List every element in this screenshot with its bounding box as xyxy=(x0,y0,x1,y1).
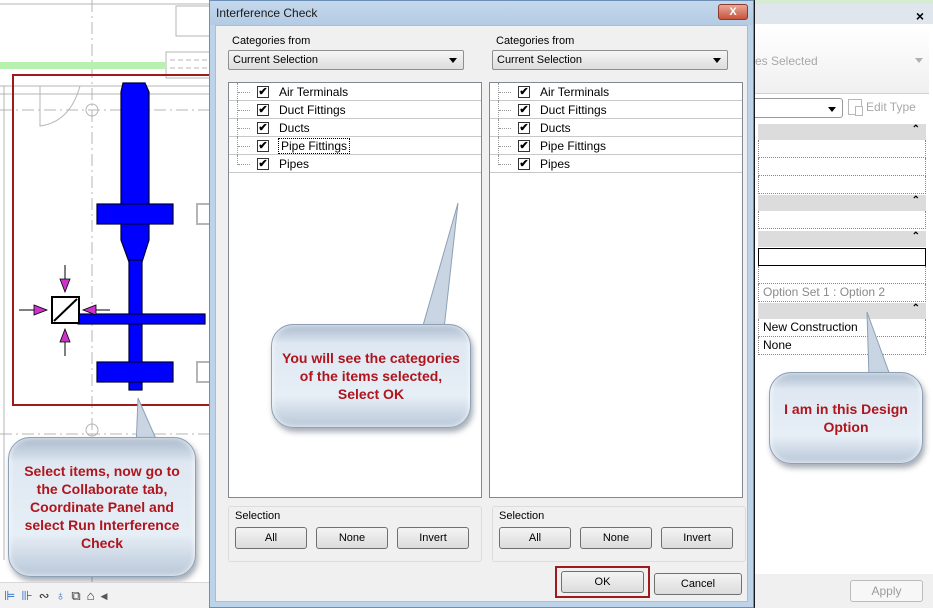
list-item[interactable]: ✔ Pipe Fittings xyxy=(229,137,481,155)
categories-from-select-left[interactable]: Current Selection xyxy=(228,50,464,70)
property-row[interactable] xyxy=(758,266,926,284)
crop-view-icon[interactable]: ⧉ xyxy=(71,588,80,603)
list-item[interactable]: ✔ Pipes xyxy=(490,155,742,173)
properties-panel: × es Selected Edit Type ⌃ ⌃ ⌃ Option Set… xyxy=(754,0,933,608)
category-header[interactable]: ⌃ xyxy=(758,195,926,211)
dialog-title: Interference Check xyxy=(216,6,318,20)
checkbox[interactable]: ✔ xyxy=(257,157,269,170)
chevron-down-icon xyxy=(828,107,836,112)
selection-label: Selection xyxy=(235,510,281,522)
pipe-horizontal[interactable] xyxy=(77,313,206,325)
checkbox[interactable]: ✔ xyxy=(257,139,269,152)
air-terminal-top[interactable] xyxy=(96,203,174,225)
checkbox[interactable]: ✔ xyxy=(257,85,269,98)
close-icon[interactable]: × xyxy=(916,8,924,24)
move-grip[interactable] xyxy=(19,265,110,356)
categories-from-label: Categories from xyxy=(496,35,575,47)
callout-props-note: I am in this Design Option xyxy=(769,372,923,464)
select-all-button-right[interactable]: All xyxy=(499,527,571,549)
checkbox[interactable]: ✔ xyxy=(518,157,530,170)
apply-bar: Apply xyxy=(755,574,933,608)
collapse-icon[interactable]: ⌃ xyxy=(912,195,920,206)
interference-check-dialog: Interference Check X Categories from Cur… xyxy=(209,0,754,608)
categories-from-select-right[interactable]: Current Selection xyxy=(492,50,728,70)
list-item[interactable]: ✔ Air Terminals xyxy=(490,83,742,101)
callout-canvas-note: Select items, now go to the Collaborate … xyxy=(8,437,196,577)
type-selector-text: es Selected xyxy=(755,54,818,68)
right-pane: Categories from Current Selection xyxy=(492,34,746,70)
checkbox[interactable]: ✔ xyxy=(518,103,530,116)
callout-tail xyxy=(421,202,459,330)
property-row[interactable] xyxy=(758,211,926,229)
selection-group-left: Selection All None Invert xyxy=(228,506,482,562)
list-item[interactable]: ✔ Ducts xyxy=(490,119,742,137)
selection-group-right: Selection All None Invert xyxy=(492,506,746,562)
checkbox[interactable]: ✔ xyxy=(518,139,530,152)
select-none-button-right[interactable]: None xyxy=(580,527,652,549)
edit-type-icon xyxy=(848,99,863,116)
drawing-canvas[interactable]: Select items, now go to the Collaborate … xyxy=(0,0,210,608)
category-list-right[interactable]: ✔ Air Terminals ✔ Duct Fittings ✔ Ducts ✔ Pi… xyxy=(489,82,743,498)
chevron-down-icon xyxy=(713,58,721,63)
property-row[interactable] xyxy=(758,158,926,176)
selection-label: Selection xyxy=(499,510,545,522)
green-wall xyxy=(0,62,165,69)
categories-from-label: Categories from xyxy=(232,35,311,47)
list-item[interactable]: ✔ Ducts xyxy=(229,119,481,137)
view-control-bar: ⊫ ⊪ ∾ ♁ ⧉ ⌂ ◀ xyxy=(0,582,210,608)
selection-highlight-frame xyxy=(12,74,210,406)
duct-system[interactable] xyxy=(77,82,206,391)
worksets-icon[interactable]: ⌂ xyxy=(87,588,95,603)
category-header[interactable]: ⌃ xyxy=(758,303,926,319)
edit-type-button[interactable]: Edit Type xyxy=(848,99,916,116)
bulb-icon[interactable]: ♁ xyxy=(56,588,66,603)
properties-header: × xyxy=(755,4,933,24)
checkbox[interactable]: ✔ xyxy=(518,121,530,134)
list-item[interactable]: ✔ Pipes xyxy=(229,155,481,173)
invert-button-left[interactable]: Invert xyxy=(397,527,469,549)
type-selector[interactable]: es Selected xyxy=(755,26,929,94)
thin-lines-icon[interactable]: ⊫ xyxy=(4,588,15,603)
instance-filter-select[interactable] xyxy=(755,98,843,118)
collapse-icon[interactable]: ⌃ xyxy=(912,231,920,242)
checkbox[interactable]: ✔ xyxy=(257,121,269,134)
phase-demolished-row[interactable]: None xyxy=(758,337,926,355)
list-item[interactable]: ✔ Duct Fittings xyxy=(229,101,481,119)
air-terminal-bottom[interactable] xyxy=(96,361,174,383)
checkbox[interactable]: ✔ xyxy=(257,103,269,116)
apply-button[interactable]: Apply xyxy=(850,580,923,602)
left-pane: Categories from Current Selection xyxy=(228,34,482,70)
property-row[interactable] xyxy=(758,176,926,194)
callout-dialog-note: You will see the categories of the items… xyxy=(271,324,471,428)
duct-riser[interactable] xyxy=(120,82,150,263)
reveal-hidden-icon[interactable]: ⊪ xyxy=(21,588,32,603)
property-row-active[interactable] xyxy=(758,248,926,266)
callout-tail xyxy=(866,311,892,379)
collapse-icon[interactable]: ⌃ xyxy=(912,303,920,314)
scroll-left-icon[interactable]: ◀ xyxy=(100,589,107,603)
design-option-row[interactable]: Option Set 1 : Option 2 xyxy=(758,284,926,302)
collapse-icon[interactable]: ⌃ xyxy=(912,124,920,135)
dialog-titlebar[interactable]: Interference Check xyxy=(210,1,753,25)
select-none-button-left[interactable]: None xyxy=(316,527,388,549)
list-item[interactable]: ✔ Duct Fittings xyxy=(490,101,742,119)
ok-highlight-frame: OK xyxy=(555,566,650,598)
invert-button-right[interactable]: Invert xyxy=(661,527,733,549)
temporary-hide-icon[interactable]: ∾ xyxy=(39,588,50,603)
category-header[interactable]: ⌃ xyxy=(758,124,926,140)
category-header[interactable]: ⌃ xyxy=(758,231,926,247)
list-item[interactable]: ✔ Air Terminals xyxy=(229,83,481,101)
list-item[interactable]: ✔ Pipe Fittings xyxy=(490,137,742,155)
ok-button[interactable]: OK xyxy=(561,571,644,593)
property-row[interactable] xyxy=(758,140,926,158)
dialog-close-button[interactable]: X xyxy=(718,4,748,20)
select-all-button-left[interactable]: All xyxy=(235,527,307,549)
chevron-down-icon xyxy=(449,58,457,63)
cancel-button[interactable]: Cancel xyxy=(654,573,742,595)
checkbox[interactable]: ✔ xyxy=(518,85,530,98)
chevron-down-icon xyxy=(915,58,923,63)
dialog-body: Categories from Current Selection ✔ Air T… xyxy=(215,25,748,602)
phase-created-row[interactable]: New Construction xyxy=(758,319,926,337)
